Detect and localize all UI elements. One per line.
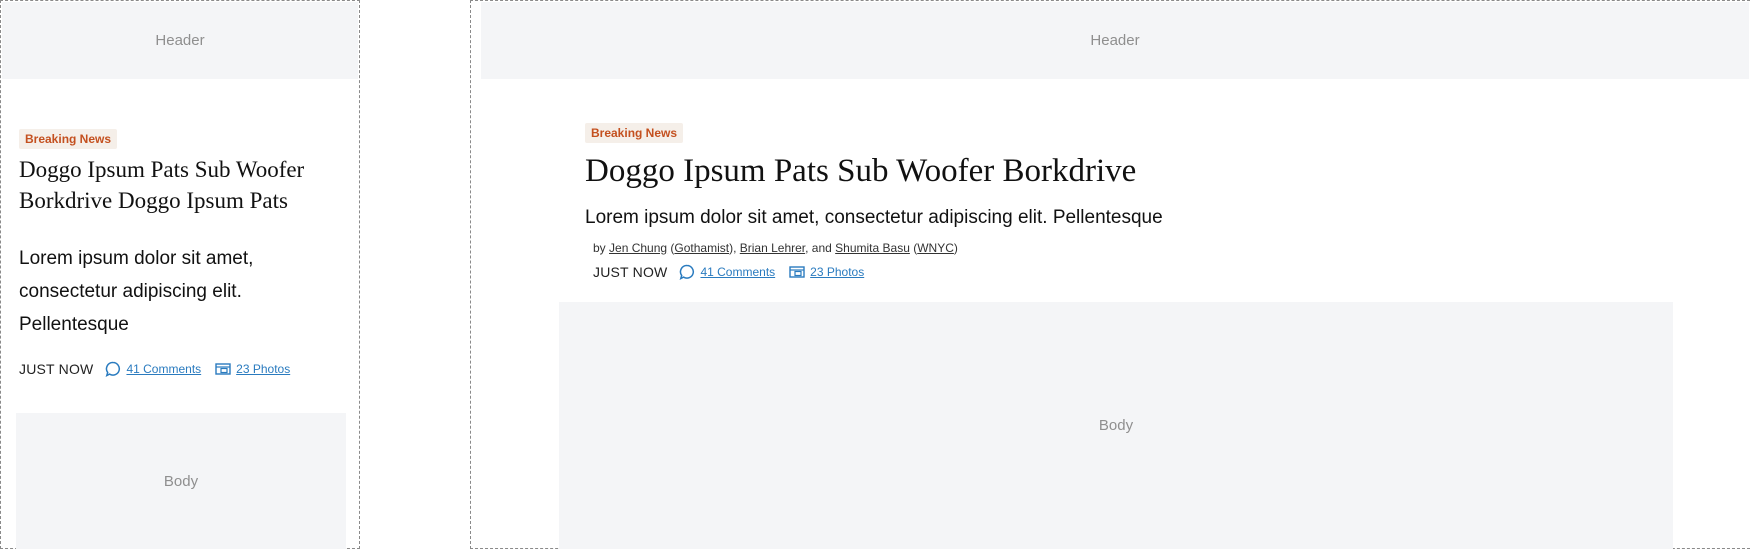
byline: by Jen Chung (Gothamist), Brian Lehrer, …	[593, 241, 958, 255]
speech-bubble-icon	[106, 361, 121, 377]
article-meta: JUST NOW 41 Comments 23 Photos	[19, 361, 304, 377]
photos-link[interactable]: 23 Photos	[789, 265, 864, 279]
photo-gallery-icon	[789, 266, 805, 278]
article-dek: Lorem ipsum dolor sit amet, consectetur …	[19, 248, 254, 335]
comments-link[interactable]: 41 Comments	[105, 361, 201, 377]
org-link-wnyc[interactable]: WNYC	[917, 241, 954, 255]
author-link-shumita-basu[interactable]: Shumita Basu	[835, 241, 910, 255]
article-headline: Doggo Ipsum Pats Sub Woofer Borkdrive Do…	[19, 157, 305, 213]
photos-link[interactable]: 23 Photos	[215, 362, 290, 376]
comments-count: 41 Comments	[126, 362, 202, 376]
author-link-jen-chung[interactable]: Jen Chung	[609, 241, 667, 255]
header-label: Header	[155, 32, 205, 49]
speech-bubble-icon	[680, 264, 695, 280]
photos-count: 23 Photos	[810, 265, 865, 279]
timestamp: JUST NOW	[593, 264, 668, 280]
body-label: Body	[163, 472, 199, 490]
article-dek: Lorem ipsum dolor sit amet, consectetur …	[585, 207, 1163, 228]
article-headline: Doggo Ipsum Pats Sub Woofer Borkdrive	[585, 153, 1137, 189]
comments-count: 41 Comments	[700, 265, 776, 279]
org-link-gothamist[interactable]: Gothamist	[674, 241, 729, 255]
article-meta: JUST NOW 41 Comments 23 Photos	[593, 264, 878, 280]
body-placeholder: Body	[16, 413, 346, 549]
header-placeholder: Header	[2, 2, 358, 79]
author-link-brian-lehrer[interactable]: Brian Lehrer	[740, 241, 805, 255]
body-placeholder: Body	[559, 302, 1673, 549]
body-label: Body	[1098, 417, 1134, 434]
desktop-frame: Header Breaking News Doggo Ipsum Pats Su…	[470, 0, 1750, 549]
breaking-news-tag: Breaking News	[585, 123, 684, 143]
photo-gallery-icon	[215, 363, 231, 375]
timestamp: JUST NOW	[19, 361, 94, 377]
header-placeholder: Header	[481, 2, 1749, 79]
mobile-frame: Header Breaking News Doggo Ipsum Pats Su…	[0, 0, 360, 549]
photos-count: 23 Photos	[236, 362, 291, 376]
comments-link[interactable]: 41 Comments	[679, 264, 775, 280]
breaking-news-tag: Breaking News	[19, 129, 118, 149]
byline-and: , and	[805, 241, 836, 255]
byline-prefix: by	[593, 241, 610, 255]
header-label: Header	[1090, 32, 1140, 49]
